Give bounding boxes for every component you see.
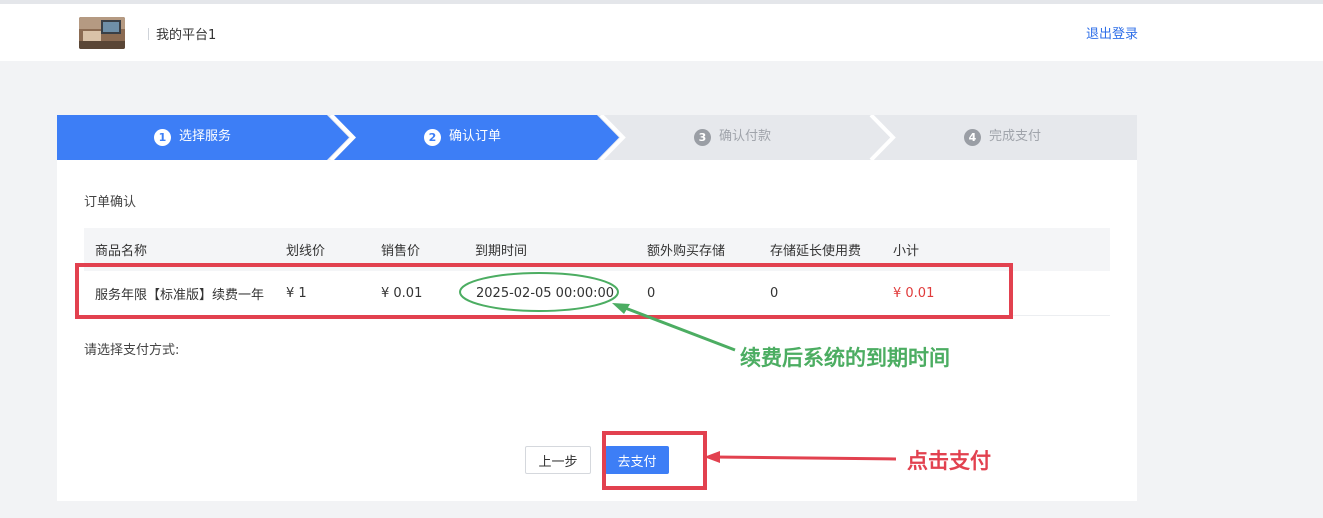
order-panel: 1 选择服务 2 确认订单 3 确认付款 4 完成支付 订单确认 商品名称 划线…: [57, 115, 1137, 501]
table-row: 服务年限【标准版】续费一年 ¥ 1 ¥ 0.01 2025-02-05 00:0…: [84, 271, 1110, 316]
avatar[interactable]: [79, 17, 125, 49]
expire-annotation-text: 续费后系统的到期时间: [740, 345, 950, 370]
col-list-price: 划线价: [286, 244, 326, 259]
step-2-number: 2: [424, 128, 441, 146]
go-pay-button[interactable]: 去支付: [605, 446, 669, 474]
platform-name: 我的平台1: [156, 28, 217, 43]
step-4: 4 完成支付: [964, 127, 1041, 147]
cell-product-name: 服务年限【标准版】续费一年: [95, 287, 265, 303]
payment-method-title: 请选择支付方式:: [84, 343, 180, 358]
col-extra-storage: 额外购买存储: [647, 244, 726, 259]
col-expire-time: 到期时间: [475, 244, 528, 259]
header-divider: [148, 28, 149, 40]
cell-extra-storage: 0: [647, 285, 656, 301]
step-3-label: 确认付款: [719, 129, 772, 144]
step-3: 3 确认付款: [694, 127, 771, 147]
col-product-name: 商品名称: [95, 244, 148, 259]
cell-list-price: ¥ 1: [286, 285, 307, 301]
col-subtotal: 小计: [893, 244, 920, 259]
table-header: 商品名称 划线价 销售价 到期时间 额外购买存储 存储延长使用费 小计: [84, 228, 1110, 271]
step-1: 1 选择服务: [154, 127, 231, 147]
step-1-label: 选择服务: [179, 129, 232, 144]
step-2: 2 确认订单: [424, 127, 501, 147]
col-storage-extension-fee: 存储延长使用费: [770, 244, 862, 259]
cell-subtotal: ¥ 0.01: [893, 285, 935, 301]
step-4-number: 4: [964, 128, 981, 146]
cell-sale-price: ¥ 0.01: [381, 285, 423, 301]
order-confirm-title: 订单确认: [84, 195, 137, 210]
logout-link[interactable]: 退出登录: [1086, 23, 1138, 42]
cell-storage-extension-fee: 0: [770, 285, 779, 301]
step-1-number: 1: [154, 128, 171, 146]
step-3-number: 3: [694, 128, 711, 146]
step-2-label: 确认订单: [449, 129, 502, 144]
cell-expire-time: 2025-02-05 00:00:00: [476, 285, 615, 301]
step-4-label: 完成支付: [989, 129, 1042, 144]
header-bar: 我的平台1 退出登录: [0, 4, 1323, 61]
pay-annotation-text: 点击支付: [907, 448, 991, 473]
progress-steps: 1 选择服务 2 确认订单 3 确认付款 4 完成支付: [57, 115, 1137, 160]
prev-step-button[interactable]: 上一步: [525, 446, 591, 474]
col-sale-price: 销售价: [381, 244, 421, 259]
